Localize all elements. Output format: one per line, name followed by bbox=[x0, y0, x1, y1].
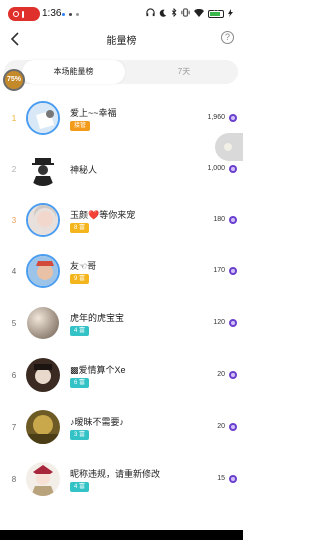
avatar[interactable] bbox=[26, 254, 60, 288]
tab-current-session[interactable]: 本场能量榜 bbox=[22, 60, 125, 84]
charging-icon bbox=[228, 8, 233, 19]
page-title: 能量榜 bbox=[106, 36, 137, 47]
wifi-icon bbox=[194, 8, 204, 19]
avatar[interactable] bbox=[26, 410, 60, 444]
coin-icon bbox=[229, 423, 237, 431]
coin-icon bbox=[229, 216, 237, 224]
list-item[interactable]: 6 ▩爱情算个Xe 6 富 20 bbox=[0, 349, 243, 401]
user-badge: 接管 bbox=[70, 121, 91, 131]
notification-dots bbox=[62, 13, 79, 16]
list-item[interactable]: 5 虎年的虎宝宝 4 富 120 bbox=[0, 297, 243, 349]
ranking-tabs: 本场能量榜 7天 bbox=[4, 60, 238, 84]
energy-score: 1,000 bbox=[207, 165, 225, 172]
record-dot-icon bbox=[13, 11, 19, 17]
vibrate-icon bbox=[181, 8, 190, 19]
list-item[interactable]: 7 ♪暧昧不需要♪ 3 富 20 bbox=[0, 401, 243, 453]
progress-badge: 75% bbox=[3, 69, 25, 91]
user-name: 昵称违规，请重新修改 bbox=[70, 469, 161, 479]
rank-number: 1 bbox=[11, 114, 17, 123]
user-badge: 6 富 bbox=[70, 378, 90, 388]
avatar[interactable] bbox=[26, 358, 60, 392]
rank-number: 4 bbox=[11, 267, 17, 276]
user-badge: 3 富 bbox=[70, 430, 90, 440]
energy-score: 170 bbox=[213, 267, 225, 274]
user-name: ▩爱情算个Xe bbox=[70, 365, 126, 375]
rank-number: 6 bbox=[11, 371, 17, 380]
avatar[interactable] bbox=[26, 306, 60, 340]
user-name: 爱上~~幸福 bbox=[70, 108, 117, 118]
avatar[interactable] bbox=[26, 101, 60, 135]
user-badge: 8 富 bbox=[70, 223, 90, 233]
bluetooth-icon bbox=[171, 7, 177, 19]
coin-icon bbox=[229, 371, 237, 379]
list-item[interactable]: 3 玉颜❤️等你来宠 8 富 180 bbox=[0, 194, 243, 246]
energy-score: 20 bbox=[217, 423, 225, 430]
list-item[interactable]: 2 神秘人 1,000 bbox=[0, 143, 243, 195]
moon-icon bbox=[159, 9, 167, 19]
energy-score: 120 bbox=[213, 319, 225, 326]
rank-number: 7 bbox=[11, 423, 17, 432]
clock: 1:36 bbox=[42, 8, 62, 19]
coin-icon bbox=[229, 267, 237, 275]
user-name: 虎年的虎宝宝 bbox=[70, 313, 125, 323]
energy-score: 20 bbox=[217, 371, 225, 378]
energy-score: 1,960 bbox=[207, 114, 225, 121]
coin-icon bbox=[229, 114, 237, 122]
record-bar-icon bbox=[22, 10, 24, 18]
rank-number: 5 bbox=[11, 319, 17, 328]
header: 能量榜 ? bbox=[0, 28, 243, 54]
status-bar: 1:36 68 bbox=[0, 0, 243, 28]
avatar[interactable] bbox=[26, 462, 60, 496]
system-icons: 68 bbox=[146, 7, 233, 19]
avatar[interactable] bbox=[26, 203, 60, 237]
system-nav-bar bbox=[0, 530, 243, 540]
tab-7-days[interactable]: 7天 bbox=[164, 60, 204, 84]
user-name: ♪暧昧不需要♪ bbox=[70, 417, 125, 427]
help-icon[interactable]: ? bbox=[221, 31, 234, 44]
coin-icon bbox=[229, 319, 237, 327]
battery-icon: 68 bbox=[208, 9, 224, 18]
rank-number: 3 bbox=[11, 216, 17, 225]
headphones-icon bbox=[146, 8, 155, 19]
user-name: 神秘人 bbox=[70, 165, 98, 175]
user-badge: 9 富 bbox=[70, 274, 90, 284]
list-item[interactable]: 4 友☜哥 9 富 170 bbox=[0, 245, 243, 297]
user-badge: 4 富 bbox=[70, 482, 90, 492]
list-item[interactable]: 1 爱上~~幸福 接管 1,960 bbox=[0, 92, 243, 144]
user-badge: 4 富 bbox=[70, 326, 90, 336]
avatar[interactable] bbox=[26, 152, 60, 186]
energy-score: 15 bbox=[217, 475, 225, 482]
coin-icon bbox=[229, 165, 237, 173]
user-name: 友☜哥 bbox=[70, 261, 97, 271]
user-name: 玉颜❤️等你来宠 bbox=[70, 210, 136, 220]
energy-score: 180 bbox=[213, 216, 225, 223]
rank-number: 8 bbox=[11, 475, 17, 484]
rank-number: 2 bbox=[11, 165, 17, 174]
list-item[interactable]: 8 昵称违规，请重新修改 4 富 15 bbox=[0, 453, 243, 505]
screen-record-indicator[interactable] bbox=[8, 7, 40, 21]
coin-icon bbox=[229, 475, 237, 483]
